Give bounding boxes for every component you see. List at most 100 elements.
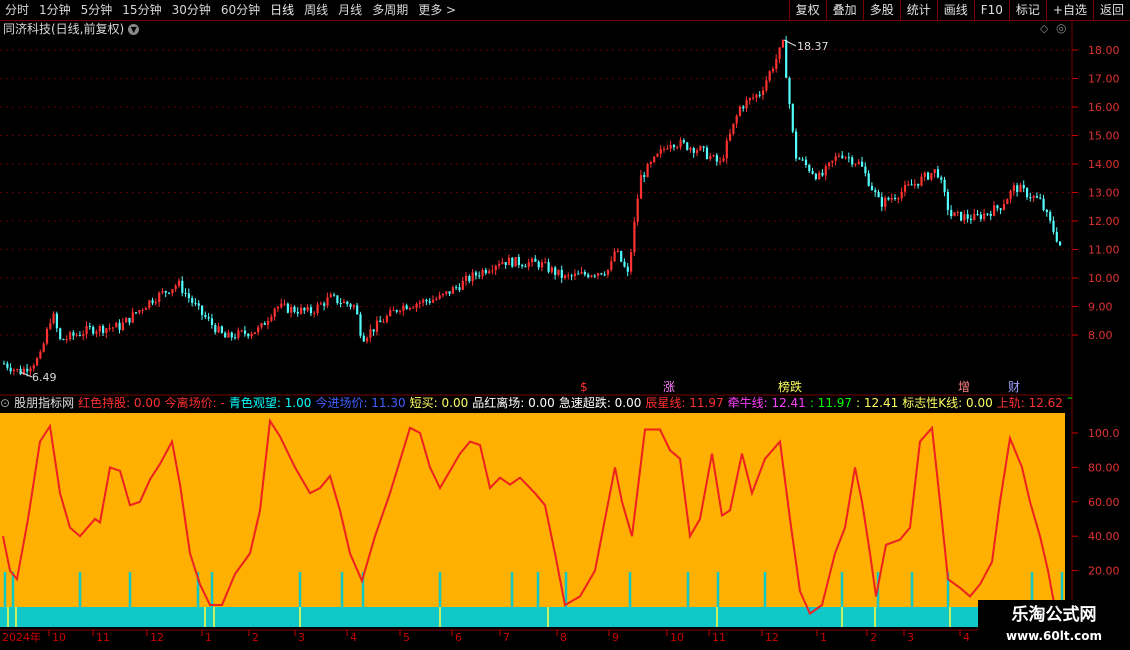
candle-body-19 [65, 339, 68, 341]
candle-body-89 [296, 311, 299, 314]
ind-label-0: 100.0 [1088, 427, 1120, 440]
candle-body-159 [527, 262, 530, 267]
candle-body-136 [451, 287, 454, 294]
candle-body-280 [927, 172, 930, 180]
candle-body-217 [719, 161, 722, 163]
x-label-8: 5 [403, 631, 410, 644]
x-label-3: 12 [150, 631, 164, 644]
candle-body-73 [243, 330, 247, 334]
candle-body-242 [801, 159, 804, 161]
candle-body-70 [234, 337, 237, 339]
candle-body-208 [689, 148, 692, 150]
candle-body-111 [369, 329, 372, 338]
candle-body-120 [399, 310, 402, 312]
candle-body-1 [6, 363, 9, 368]
candle-body-59 [197, 303, 200, 306]
candle-body-310 [1026, 188, 1029, 198]
candle-body-33 [111, 327, 115, 329]
candle-body-311 [1029, 197, 1032, 199]
candle-body-36 [121, 322, 124, 330]
candle-body-109 [362, 335, 365, 342]
candle-body-117 [389, 310, 392, 317]
candle-body-304 [1006, 199, 1009, 205]
indicator-field-11: 标志性K线: 0.00 [902, 396, 993, 410]
candle-body-161 [534, 258, 537, 262]
price-label-0: 18.00 [1088, 44, 1120, 57]
candle-body-35 [118, 322, 121, 330]
x-label-14: 11 [712, 631, 726, 644]
candle-body-100 [333, 294, 336, 296]
candle-body-131 [435, 298, 438, 300]
candle-body-309 [1022, 185, 1025, 189]
candle-body-95 [316, 304, 319, 313]
candle-body-108 [359, 314, 362, 336]
candle-body-274 [907, 184, 910, 186]
price-label-5: 13.00 [1088, 187, 1120, 200]
candle-body-315 [1042, 198, 1045, 210]
candle-body-216 [715, 155, 718, 162]
candle-body-85 [283, 303, 286, 305]
candle-body-221 [732, 123, 735, 134]
candle-body-53 [177, 280, 181, 286]
candle-body-240 [795, 131, 798, 159]
candle-body-282 [933, 169, 936, 174]
candle-body-205 [679, 140, 682, 148]
watermark-url: www.60lt.com [1005, 629, 1103, 643]
candle-body-246 [814, 173, 817, 180]
candle-body-94 [313, 312, 316, 314]
candle-body-270 [894, 197, 897, 199]
candle-body-82 [273, 308, 276, 317]
indicator-menu-icon[interactable]: ⊙ [0, 396, 10, 410]
candle-body-17 [59, 328, 62, 340]
candle-body-114 [379, 320, 382, 323]
candle-body-129 [428, 301, 431, 303]
candle-body-171 [567, 275, 570, 277]
candle-body-277 [917, 183, 920, 186]
candle-body-248 [821, 172, 824, 176]
candle-body-209 [692, 148, 695, 153]
candle-body-29 [98, 326, 101, 332]
candle-body-143 [474, 272, 478, 276]
indicator-field-12: 上轨: 12.62 [996, 396, 1063, 410]
ind-label-1: 80.00 [1088, 461, 1120, 474]
candle-body-124 [412, 307, 415, 309]
candle-body-166 [550, 267, 553, 272]
candle-body-181 [600, 273, 603, 275]
candle-body-144 [478, 275, 481, 277]
candle-body-3 [12, 369, 16, 372]
candle-body-189 [626, 266, 629, 272]
candle-body-49 [164, 291, 167, 293]
indicator-field-0: 红色持股: 0.00 [78, 396, 161, 410]
price-label-6: 12.00 [1088, 215, 1120, 228]
candle-body-7 [26, 368, 29, 372]
indicator-band [0, 607, 1065, 627]
candle-body-298 [986, 213, 989, 215]
candle-body-241 [798, 158, 801, 160]
candle-body-301 [996, 205, 999, 209]
candle-body-215 [712, 155, 715, 157]
candle-body-34 [115, 322, 118, 328]
price-label-3: 15.00 [1088, 130, 1120, 143]
candle-body-60 [201, 305, 204, 315]
candle-body-14 [49, 323, 52, 329]
candle-body-125 [415, 303, 418, 308]
candle-body-297 [983, 213, 986, 220]
candle-body-77 [257, 327, 260, 333]
candle-body-170 [564, 275, 567, 278]
x-label-2: 11 [96, 631, 110, 644]
candle-body-177 [587, 274, 590, 278]
high-price-label: 18.37 [797, 40, 829, 53]
candle-body-260 [861, 161, 864, 167]
candle-body-226 [748, 98, 751, 101]
candle-body-56 [187, 293, 190, 299]
candle-body-305 [1009, 191, 1012, 200]
candle-body-37 [125, 317, 128, 323]
candle-body-306 [1012, 185, 1015, 192]
ind-label-2: 60.00 [1088, 496, 1120, 509]
candle-body-122 [405, 305, 408, 310]
candle-body-87 [290, 306, 293, 313]
candle-body-137 [455, 287, 458, 289]
candle-body-168 [557, 269, 560, 275]
candle-body-44 [148, 300, 151, 308]
candle-body-303 [1002, 204, 1006, 210]
